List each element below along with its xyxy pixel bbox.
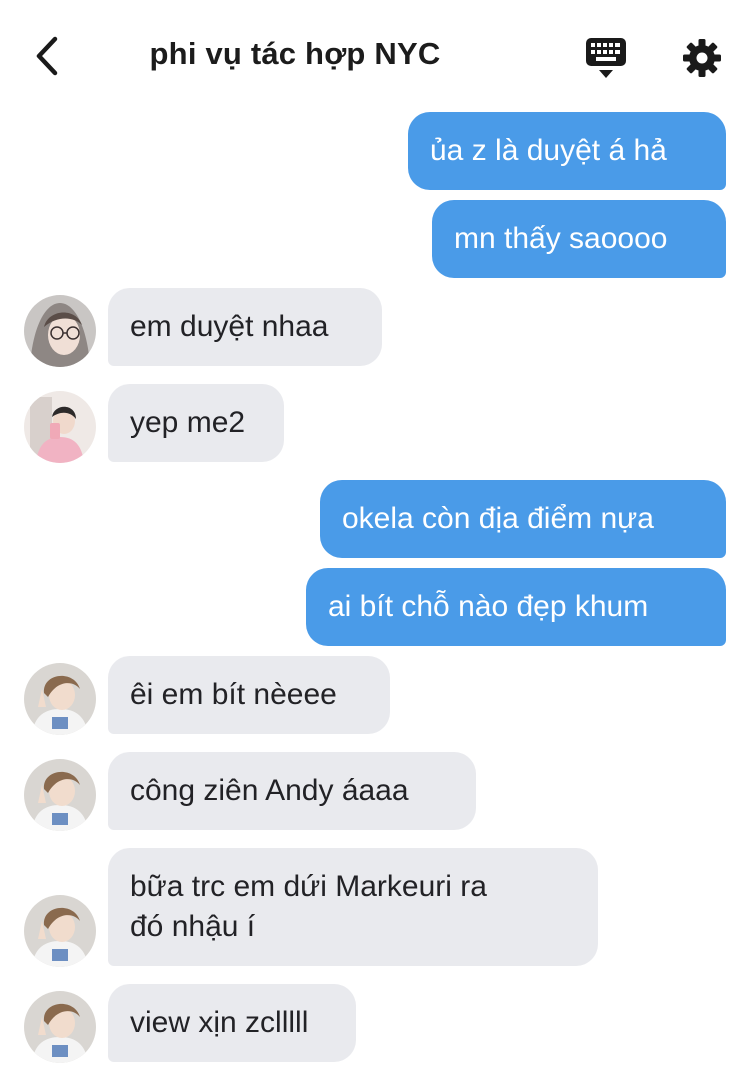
message-list[interactable]: ủa z là duyệt á hả mn thấy saoooo em duy… [0, 0, 750, 1074]
avatar[interactable] [24, 759, 96, 831]
message-bubble-outgoing[interactable]: mn thấy saoooo [432, 200, 726, 278]
message-bubble-incoming[interactable]: em duyệt nhaa [108, 288, 382, 366]
message-bubble-incoming[interactable]: êi em bít nèeee [108, 656, 390, 734]
avatar-user-girl-icon [24, 295, 96, 367]
avatar-user-boy-icon [24, 895, 96, 967]
message-bubble-outgoing[interactable]: okela còn địa điểm nựa [320, 480, 726, 558]
message-bubble-incoming[interactable]: bữa trc em dứi Markeuri ra đó nhậu í [108, 848, 598, 966]
message-bubble-incoming[interactable]: view xịn zclllll [108, 984, 356, 1062]
avatar[interactable] [24, 391, 96, 463]
avatar[interactable] [24, 991, 96, 1063]
avatar[interactable] [24, 295, 96, 367]
message-bubble-incoming[interactable]: yep me2 [108, 384, 284, 462]
avatar[interactable] [24, 663, 96, 735]
avatar-user-boy-icon [24, 759, 96, 831]
avatar[interactable] [24, 895, 96, 967]
avatar-user-boy-icon [24, 663, 96, 735]
avatar-user-boy-icon [24, 991, 96, 1063]
message-bubble-outgoing[interactable]: ủa z là duyệt á hả [408, 112, 726, 190]
message-bubble-outgoing[interactable]: ai bít chỗ nào đẹp khum [306, 568, 726, 646]
message-bubble-incoming[interactable]: công ziên Andy áaaa [108, 752, 476, 830]
avatar-user-pink-icon [24, 391, 96, 463]
